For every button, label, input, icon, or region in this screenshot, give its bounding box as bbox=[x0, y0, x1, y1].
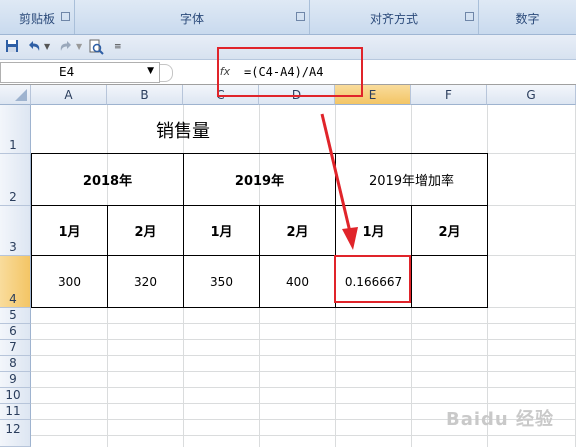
annotation-arrow-icon bbox=[320, 113, 358, 250]
watermark-logo: Baidu 经验 bbox=[445, 409, 554, 430]
